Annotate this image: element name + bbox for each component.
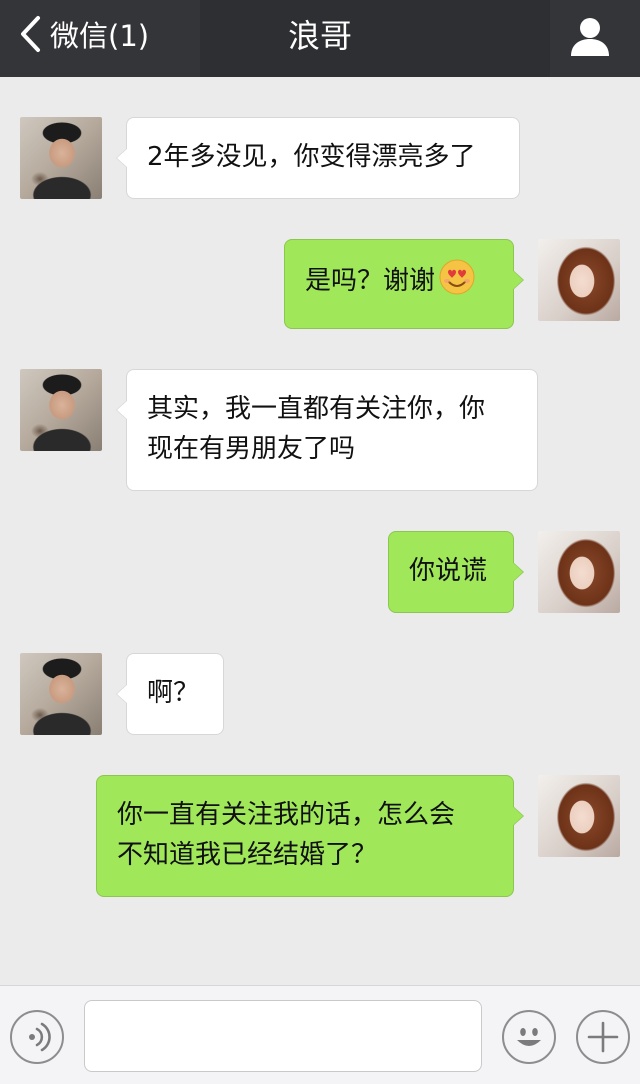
sent-message-bubble[interactable]: 你说谎 [388,531,524,613]
chat-title: 浪哥 [287,17,352,55]
heart-eyes-emoji-icon [439,259,475,295]
voice-icon [29,1022,51,1052]
voice-button[interactable] [10,1010,64,1064]
message-input[interactable] [84,1000,482,1072]
message-list[interactable]: 2年多没见，你变得漂亮多了 是吗？谢谢 其实，我一直都有关注你，你 现在有男朋友… [0,77,640,985]
plus-icon [587,1021,619,1053]
emoji-button[interactable] [502,1010,556,1064]
contact-avatar[interactable] [20,117,102,199]
message-text-line: 其实，我一直都有关注你，你 [147,394,486,424]
message-text-line: 现在有男朋友了吗 [147,434,356,464]
message-text: 2年多没见，你变得漂亮多了 [147,142,476,172]
received-message-bubble[interactable]: 2年多没见，你变得漂亮多了 [116,117,520,199]
contact-avatar[interactable] [20,653,102,735]
message-text: 啊？ [147,678,200,708]
my-avatar[interactable] [538,775,620,857]
more-button[interactable] [576,1010,630,1064]
person-icon[interactable] [568,14,612,58]
back-button[interactable]: 微信(1) [16,14,149,54]
sent-message-bubble[interactable]: 你一直有关注我的话，怎么会 不知道我已经结婚了？ [96,775,524,897]
my-avatar[interactable] [538,239,620,321]
message-text-line: 不知道我已经结婚了？ [117,840,378,870]
input-toolbar [0,985,640,1084]
back-label: 微信(1) [50,19,150,53]
smiley-icon [517,1028,541,1046]
chat-header: 微信(1) 浪哥 [0,0,640,77]
my-avatar[interactable] [538,531,620,613]
received-message-bubble[interactable]: 啊？ [116,653,224,735]
message-text-line: 你一直有关注我的话，怎么会 [117,800,456,830]
chevron-left-icon [21,16,40,52]
message-text: 是吗？谢谢 [305,266,436,296]
received-message-bubble[interactable]: 其实，我一直都有关注你，你 现在有男朋友了吗 [116,369,538,491]
contact-avatar[interactable] [20,369,102,451]
message-text: 你说谎 [409,556,488,586]
sent-message-bubble[interactable]: 是吗？谢谢 [284,239,524,329]
